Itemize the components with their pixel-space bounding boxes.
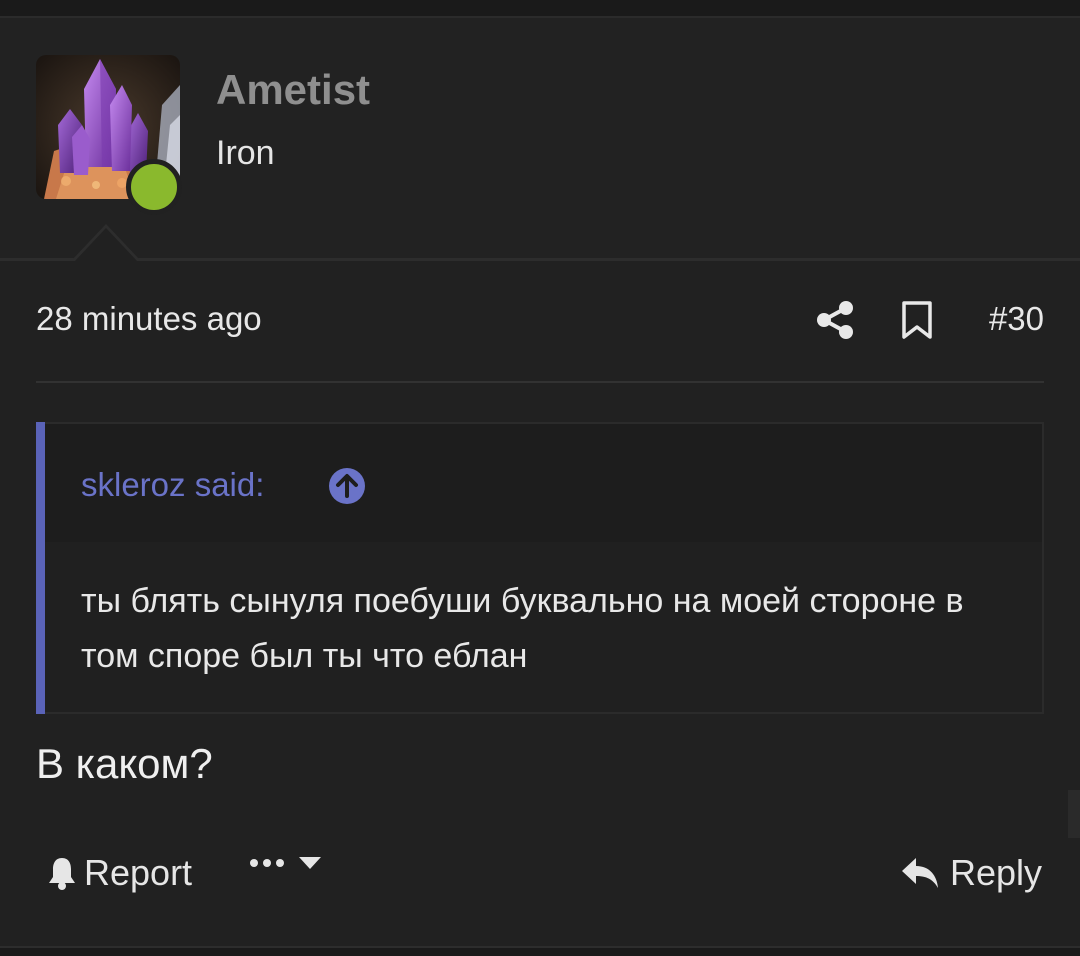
ellipsis-icon — [250, 859, 284, 867]
bookmark-icon[interactable] — [900, 300, 934, 340]
user-title: Iron — [216, 134, 275, 172]
top-border — [0, 0, 1080, 18]
header-divider — [0, 258, 1080, 261]
reply-label: Reply — [949, 852, 1042, 893]
quote-body: ты блять сынуля поебуши буквально на мое… — [81, 582, 964, 675]
post-message: В каком? — [36, 740, 213, 787]
more-options-button[interactable] — [248, 856, 322, 870]
caret-down-icon — [299, 857, 321, 869]
username[interactable]: Ametist — [216, 66, 370, 114]
meta-divider — [36, 381, 1044, 383]
bell-icon — [49, 858, 75, 890]
quote-block: skleroz said: ты блять сынуля поебуши бу… — [36, 422, 1044, 714]
report-button[interactable]: Report — [46, 852, 192, 894]
post-meta: 28 minutes ago #30 — [36, 298, 1044, 348]
report-label: Report — [84, 852, 193, 893]
forum-post: Ametist Iron 28 minutes ago #30 skleroz … — [0, 0, 1080, 956]
quote-author[interactable]: skleroz said: — [81, 466, 264, 504]
quote-header: skleroz said: — [45, 424, 1042, 542]
share-icon[interactable] — [814, 298, 858, 342]
scrollbar-thumb[interactable] — [1068, 790, 1080, 838]
user-header: Ametist Iron — [0, 18, 1080, 260]
bottom-border — [0, 946, 1080, 956]
header-pointer-fill — [75, 228, 137, 261]
post-actions: Report Reply — [36, 846, 1044, 906]
quote-accent-bar — [36, 422, 45, 714]
reply-arrow-icon — [901, 858, 938, 888]
reply-button[interactable]: Reply — [900, 852, 1042, 894]
post-timestamp[interactable]: 28 minutes ago — [36, 300, 262, 338]
post-number[interactable]: #30 — [989, 300, 1044, 338]
online-status-indicator — [126, 159, 182, 215]
arrow-up-circle-icon[interactable] — [327, 466, 367, 506]
